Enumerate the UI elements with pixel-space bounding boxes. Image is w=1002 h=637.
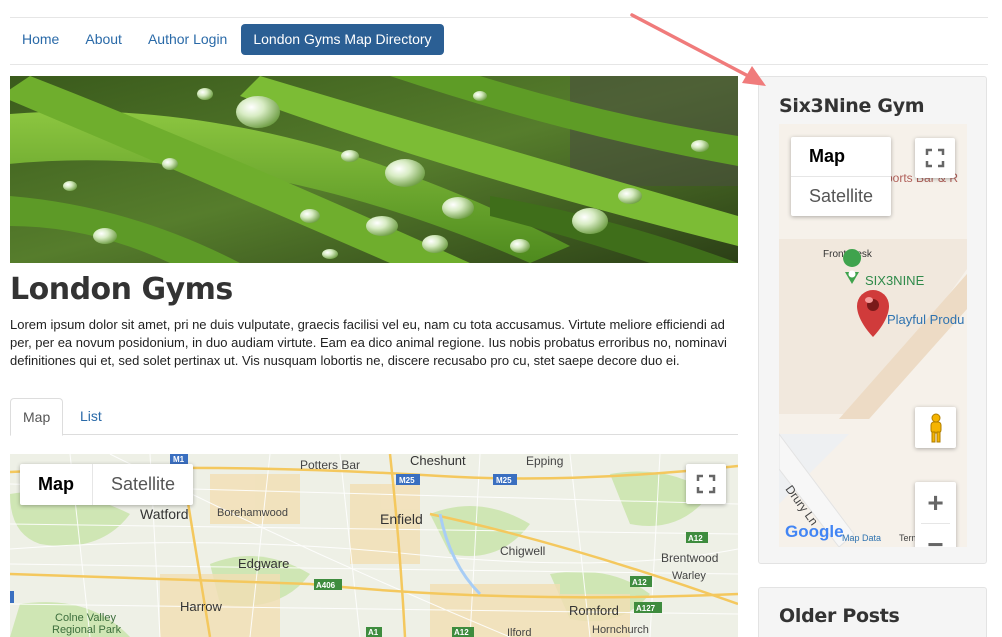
- tab-map[interactable]: Map: [10, 398, 64, 436]
- street-view-button[interactable]: [915, 407, 956, 448]
- view-tabs: Map List: [10, 398, 738, 436]
- map-type-map-button[interactable]: Map: [20, 464, 92, 505]
- map-label-a12-south: A12: [454, 628, 469, 637]
- nav-home-link[interactable]: Home: [10, 24, 71, 55]
- gym-location-map[interactable]: Ph Sports Bar & R Front Desk SIX3NINE Pl…: [779, 124, 967, 547]
- older-posts-title: Older Posts: [779, 605, 900, 627]
- map-label-hornchurch: Hornchurch: [592, 624, 649, 636]
- gym-widget: Six3Nine Gym Ph Sports Bar & R Front Des…: [758, 76, 987, 564]
- tab-list[interactable]: List: [68, 398, 114, 435]
- fullscreen-button[interactable]: [686, 464, 726, 504]
- map-label-m25-west: M25: [399, 476, 415, 485]
- nav-london-gyms-map-directory-link[interactable]: London Gyms Map Directory: [241, 24, 444, 55]
- map-label-colne-valley: Colne Valley: [55, 612, 116, 624]
- zoom-out-button[interactable]: −: [915, 524, 956, 548]
- page-intro-text: Lorem ipsum dolor sit amet, pri ne duis …: [10, 317, 727, 368]
- map-label-romford: Romford: [569, 603, 619, 618]
- map-label-watford: Watford: [140, 506, 189, 522]
- map-type-control: Map Satellite: [20, 464, 194, 505]
- map-label-a406: A406: [316, 581, 336, 590]
- map-label-m1: M1: [173, 455, 185, 464]
- map-data-link[interactable]: Map Data: [842, 533, 881, 543]
- older-posts-widget: Older Posts: [758, 587, 987, 637]
- widget-map-type-satellite-button[interactable]: Satellite: [791, 176, 892, 216]
- map-label-a12-mid: A12: [632, 578, 647, 587]
- map-type-satellite-button[interactable]: Satellite: [92, 464, 193, 505]
- zoom-control: + −: [915, 482, 956, 547]
- map-label-brentwood: Brentwood: [661, 551, 718, 565]
- map-label-m25-east: M25: [496, 476, 512, 485]
- map-label-borehamwood: Borehamwood: [217, 507, 288, 519]
- hero-image: [10, 76, 738, 263]
- nav-author-login-link[interactable]: Author Login: [136, 24, 239, 55]
- map-label-ilford: Ilford: [507, 627, 531, 637]
- pegman-icon: [930, 413, 941, 442]
- google-logo: Google: [785, 522, 844, 541]
- map-label-potters-bar: Potters Bar: [300, 458, 360, 472]
- top-divider: [10, 17, 988, 18]
- widget-title: Six3Nine Gym: [779, 95, 925, 117]
- widget-map-type-control: Map Satellite: [791, 137, 892, 216]
- map-label-cheshunt: Cheshunt: [410, 454, 466, 468]
- map-label-regional-park: Regional Park: [52, 624, 122, 636]
- map-label-enfield: Enfield: [380, 511, 423, 527]
- map-label-a1: A1: [368, 628, 379, 637]
- nav-about-link[interactable]: About: [73, 24, 134, 55]
- page-title: London Gyms: [10, 272, 233, 307]
- widget-fullscreen-button[interactable]: [915, 138, 955, 178]
- map-label-epping: Epping: [526, 454, 563, 468]
- map-label-harrow: Harrow: [180, 599, 223, 614]
- map-label-six3nine: SIX3NINE: [865, 273, 925, 288]
- map-label-a127: A127: [636, 604, 656, 613]
- zoom-in-button[interactable]: +: [915, 482, 956, 523]
- map-label-a12-north: A12: [688, 534, 703, 543]
- fullscreen-icon: [696, 474, 716, 494]
- map-label-warley: Warley: [672, 570, 706, 582]
- fullscreen-icon: [925, 148, 945, 168]
- gyms-map[interactable]: M1 M25 M25 A406 A12 A12 A127 A1 A12 Pott…: [10, 454, 738, 637]
- widget-map-type-map-button[interactable]: Map: [791, 137, 891, 176]
- map-label-chigwell: Chigwell: [500, 544, 545, 558]
- map-label-playful: Playful Produ: [887, 312, 964, 327]
- map-label-edgware: Edgware: [238, 556, 289, 571]
- nav-divider: [10, 64, 988, 65]
- main-nav: Home About Author Login London Gyms Map …: [10, 24, 446, 55]
